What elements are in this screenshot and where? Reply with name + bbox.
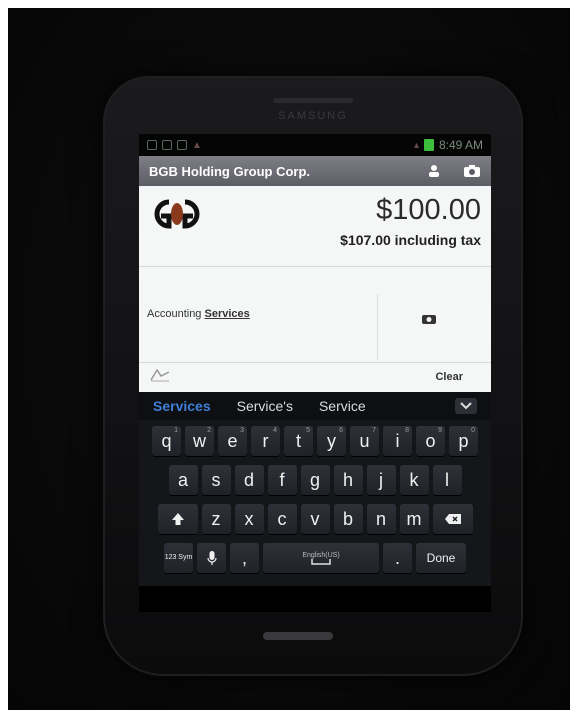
message-icon <box>162 140 172 150</box>
key-m[interactable]: m <box>399 504 429 534</box>
earpiece-speaker <box>273 98 353 103</box>
usb-icon <box>177 140 187 150</box>
payment-panel: $100.00 $107.00 including tax Accounting… <box>139 186 491 392</box>
backspace-key[interactable] <box>432 504 473 534</box>
battery-icon <box>423 139 434 151</box>
space-key[interactable]: English(US) <box>263 543 379 573</box>
done-key[interactable]: Done <box>416 543 466 573</box>
key-x[interactable]: x <box>234 504 264 534</box>
key-d[interactable]: d <box>234 465 264 495</box>
suggestion-item[interactable]: Service <box>319 398 366 414</box>
key-p[interactable]: 0p <box>449 426 478 456</box>
signal-icon: ▴ <box>413 139 419 151</box>
status-right: ▴ 8:49 AM <box>414 138 483 152</box>
keyboard-row: 1q 2w 3e 4r 5t 6y 7u 8i 9o 0p <box>143 426 487 456</box>
key-i[interactable]: 8i <box>383 426 412 456</box>
key-k[interactable]: k <box>399 465 429 495</box>
suggestion-item[interactable]: Service's <box>237 398 293 414</box>
divider <box>139 266 491 267</box>
keyboard: 1q 2w 3e 4r 5t 6y 7u 8i 9o 0p a s d f g … <box>139 420 491 586</box>
keyboard-row: a s d f g h j k l <box>143 465 487 495</box>
notification-icons: ▲ <box>147 140 202 151</box>
description-field[interactable]: Accounting Services <box>147 308 250 320</box>
photo-frame: SAMSUNG ▲ ▴ 8:49 AM BGB Holding Group Co… <box>8 8 570 710</box>
key-o[interactable]: 9o <box>416 426 445 456</box>
alert-icon: ▲ <box>192 139 202 151</box>
camera-icon[interactable] <box>421 312 437 330</box>
chevron-down-icon[interactable] <box>455 398 477 414</box>
shift-icon <box>171 513 184 525</box>
email-icon <box>147 140 157 150</box>
microphone-icon <box>206 551 217 565</box>
key-w[interactable]: 2w <box>185 426 214 456</box>
phone-brand: SAMSUNG <box>278 110 348 122</box>
key-l[interactable]: l <box>432 465 462 495</box>
divider <box>377 294 378 360</box>
key-b[interactable]: b <box>333 504 363 534</box>
key-e[interactable]: 3e <box>218 426 247 456</box>
key-a[interactable]: a <box>168 465 198 495</box>
key-z[interactable]: z <box>201 504 231 534</box>
amount-with-tax: $107.00 including tax <box>340 232 481 248</box>
merchant-logo <box>147 196 207 237</box>
symbols-key[interactable]: 123 Sym <box>164 543 193 573</box>
key-c[interactable]: c <box>267 504 297 534</box>
description-prefix: Accounting <box>147 308 202 320</box>
app-bar: BGB Holding Group Corp. <box>139 156 491 186</box>
status-bar: ▲ ▴ 8:49 AM <box>139 134 491 156</box>
status-time: 8:49 AM <box>438 138 483 152</box>
phone-screen: ▲ ▴ 8:49 AM BGB Holding Group Corp. $100… <box>139 134 491 612</box>
key-y[interactable]: 6y <box>317 426 346 456</box>
description-highlighted: Services <box>204 308 250 320</box>
camera-icon[interactable] <box>463 164 481 178</box>
keyboard-row: 123 Sym , English(US) . Done <box>143 543 487 573</box>
period-key[interactable]: . <box>383 543 412 573</box>
shift-key[interactable] <box>157 504 198 534</box>
home-button[interactable] <box>263 632 333 640</box>
key-u[interactable]: 7u <box>350 426 379 456</box>
key-s[interactable]: s <box>201 465 231 495</box>
key-h[interactable]: h <box>333 465 363 495</box>
signature-icon[interactable] <box>149 368 171 387</box>
amount-value: $100.00 <box>376 194 481 226</box>
footer-bar: Clear <box>139 362 491 392</box>
key-f[interactable]: f <box>267 465 297 495</box>
space-icon <box>311 558 331 565</box>
suggestion-item[interactable]: Services <box>153 398 211 414</box>
space-key-label: English(US) <box>302 551 340 559</box>
comma-key[interactable]: , <box>230 543 259 573</box>
app-title: BGB Holding Group Corp. <box>149 163 311 179</box>
person-icon[interactable] <box>427 164 441 178</box>
microphone-key[interactable] <box>197 543 226 573</box>
key-n[interactable]: n <box>366 504 396 534</box>
key-q[interactable]: 1q <box>152 426 181 456</box>
key-r[interactable]: 4r <box>251 426 280 456</box>
app-bar-actions <box>427 164 481 178</box>
key-t[interactable]: 5t <box>284 426 313 456</box>
keyboard-row: z x c v b n m <box>143 504 487 534</box>
suggestion-strip: Services Service's Service <box>139 392 491 420</box>
backspace-icon <box>444 514 461 524</box>
clear-button[interactable]: Clear <box>435 371 481 383</box>
key-v[interactable]: v <box>300 504 330 534</box>
key-g[interactable]: g <box>300 465 330 495</box>
key-j[interactable]: j <box>366 465 396 495</box>
